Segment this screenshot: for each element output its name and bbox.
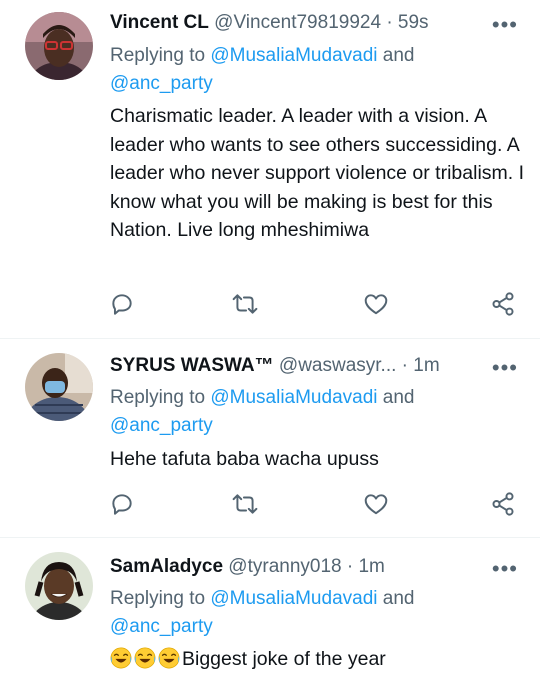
replying-prefix: Replying to (110, 387, 211, 408)
share-icon[interactable] (490, 491, 516, 517)
display-name[interactable]: Vincent CL (110, 12, 209, 33)
tweet-card[interactable]: Vincent CL @Vincent79819924 · 59s ••• Re… (0, 0, 540, 338)
share-icon[interactable] (490, 291, 516, 317)
avatar[interactable] (25, 552, 93, 620)
like-icon[interactable] (363, 291, 389, 317)
replying-and: and (377, 387, 415, 408)
tweet-actions (0, 291, 540, 321)
replying-to: Replying to @MusaliaMudavadi and @anc_pa… (110, 42, 520, 98)
mention-link[interactable]: @anc_party (110, 415, 213, 436)
timestamp[interactable]: 1m (358, 556, 384, 577)
more-options-icon[interactable]: ••• (492, 355, 518, 381)
replying-prefix: Replying to (110, 588, 211, 609)
reply-icon[interactable] (109, 291, 135, 317)
timestamp[interactable]: 59s (398, 12, 429, 33)
tweet-text-container: Biggest joke of the year (110, 645, 525, 674)
display-name[interactable]: SYRUS WASWA™ (110, 355, 274, 376)
retweet-icon[interactable] (232, 491, 258, 517)
tweet-header: SamAladyce @tyranny018 · 1m (110, 556, 480, 582)
more-options-icon[interactable]: ••• (492, 12, 518, 38)
timestamp[interactable]: 1m (413, 355, 439, 376)
laughing-emoji-icon (110, 647, 132, 669)
reply-icon[interactable] (109, 491, 135, 517)
tweet-header: SYRUS WASWA™ @waswasyr... · 1m (110, 355, 480, 381)
replying-and: and (377, 588, 415, 609)
retweet-icon[interactable] (232, 291, 258, 317)
laughing-emoji-icon (158, 647, 180, 669)
replying-to: Replying to @MusaliaMudavadi and @anc_pa… (110, 585, 520, 641)
mention-link[interactable]: @anc_party (110, 73, 213, 94)
user-handle[interactable]: @Vincent79819924 (214, 12, 381, 33)
replying-and: and (377, 45, 415, 66)
tweet-header: Vincent CL @Vincent79819924 · 59s (110, 12, 480, 38)
laughing-emoji-icon (134, 647, 156, 669)
mention-link[interactable]: @MusaliaMudavadi (210, 45, 377, 66)
replying-prefix: Replying to (110, 45, 211, 66)
mention-link[interactable]: @MusaliaMudavadi (210, 588, 377, 609)
user-handle[interactable]: @waswasyr... (279, 355, 396, 376)
avatar[interactable] (25, 353, 93, 421)
user-handle[interactable]: @tyranny018 (228, 556, 341, 577)
separator-dot: · (401, 355, 408, 376)
mention-link[interactable]: @anc_party (110, 616, 213, 637)
tweet-card[interactable]: SamAladyce @tyranny018 · 1m ••• Replying… (0, 538, 540, 680)
separator-dot: · (346, 556, 354, 577)
tweet-text: Biggest joke of the year (182, 648, 386, 670)
avatar[interactable] (25, 12, 93, 80)
like-icon[interactable] (363, 491, 389, 517)
tweet-text: Charismatic leader. A leader with a visi… (110, 105, 525, 241)
replying-to: Replying to @MusaliaMudavadi and @anc_pa… (110, 384, 520, 440)
tweet-text: Hehe tafuta baba wacha upuss (110, 448, 379, 470)
more-options-icon[interactable]: ••• (492, 556, 518, 582)
separator-dot: · (386, 12, 393, 33)
mention-link[interactable]: @MusaliaMudavadi (210, 387, 377, 408)
tweet-card[interactable]: SYRUS WASWA™ @waswasyr... · 1m ••• Reply… (0, 339, 540, 536)
tweet-actions (0, 491, 540, 521)
display-name[interactable]: SamAladyce (110, 556, 223, 577)
